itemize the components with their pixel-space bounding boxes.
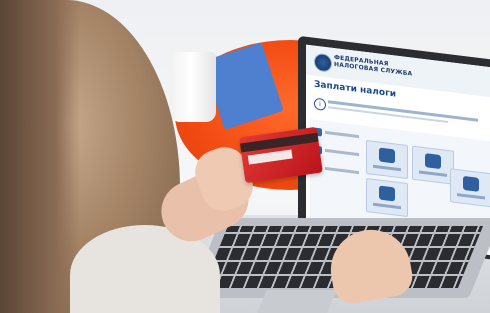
- card-signature-strip: [247, 149, 293, 165]
- white-mug: [170, 52, 216, 122]
- info-icon: i: [314, 97, 326, 112]
- service-tile-icon: [379, 185, 395, 202]
- hair-shadow: [0, 0, 80, 313]
- service-tile-label: [373, 164, 401, 172]
- menu-item-label: [325, 130, 359, 139]
- menu-item-label: [325, 166, 359, 175]
- service-tile-label: [457, 193, 485, 200]
- card-magnetic-stripe: [240, 132, 319, 153]
- photo-scene: ФЕДЕРАЛЬНАЯ НАЛОГОВАЯ СЛУЖБА Заплати нал…: [0, 0, 490, 313]
- service-tile[interactable]: [366, 177, 408, 218]
- service-tile-icon: [463, 175, 479, 192]
- service-tile-icon: [379, 147, 395, 164]
- service-tile[interactable]: [366, 139, 408, 180]
- service-tile-label: [419, 170, 447, 177]
- fns-emblem-icon[interactable]: [314, 52, 332, 73]
- menu-item-label: [325, 148, 359, 157]
- service-tile-label: [373, 202, 401, 210]
- trackpad: [257, 290, 337, 313]
- service-tile[interactable]: [450, 168, 490, 208]
- service-tile[interactable]: [412, 145, 454, 185]
- service-tile-icon: [425, 153, 441, 170]
